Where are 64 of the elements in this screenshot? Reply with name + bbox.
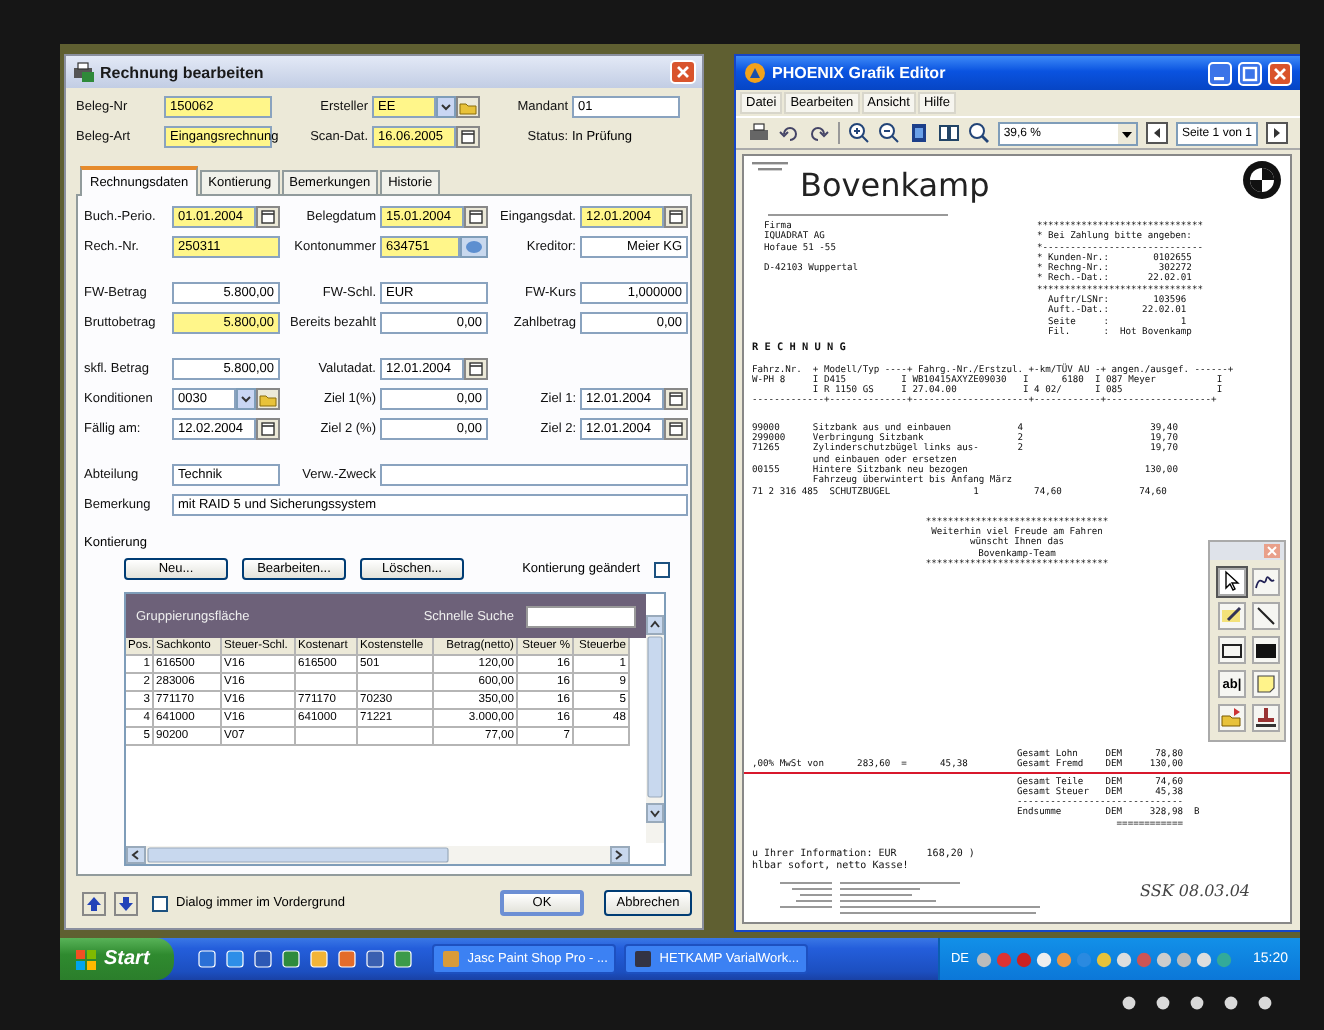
previous-page-icon[interactable] (1145, 122, 1168, 144)
minimize-button[interactable] (1208, 61, 1232, 85)
zoom-out-icon[interactable] (877, 122, 900, 144)
handwritten-note: SSK 08.03.04 (1140, 882, 1250, 900)
input-field[interactable] (380, 464, 688, 486)
line-tool-icon[interactable] (1252, 602, 1280, 630)
zoom-icon[interactable] (967, 122, 990, 144)
dropdown-button[interactable] (436, 96, 456, 118)
two-pages-icon[interactable] (937, 122, 960, 144)
calendar-button[interactable] (456, 126, 480, 148)
open-tool-icon[interactable] (1218, 704, 1246, 732)
window-title: Rechnung bearbeiten (100, 63, 266, 81)
marker-tool-icon[interactable] (1218, 602, 1246, 630)
fit-page-icon[interactable] (907, 122, 930, 144)
calendar-button[interactable] (256, 206, 280, 228)
round-logo-icon (1242, 160, 1282, 200)
up-arrow-button[interactable] (82, 891, 106, 915)
folder-button[interactable] (456, 96, 480, 118)
print-icon[interactable] (748, 122, 770, 144)
checkbox[interactable] (152, 895, 168, 911)
maximize-button[interactable] (1238, 61, 1262, 85)
pointer-tool-icon[interactable] (1218, 568, 1246, 596)
next-page-icon[interactable] (1266, 122, 1288, 144)
window-title: PHOENIX Grafik Editor (772, 64, 946, 82)
app-icon (441, 950, 460, 968)
calendar-button[interactable] (256, 418, 280, 440)
monitor-button[interactable] (1190, 996, 1204, 1010)
calendar-button[interactable] (664, 206, 688, 228)
table-cell (358, 728, 434, 746)
caret-icon (1117, 123, 1136, 143)
undo-icon[interactable] (778, 122, 800, 144)
stamp-tool-icon[interactable] (1252, 704, 1280, 732)
down-arrow-button[interactable] (114, 891, 138, 915)
folder-button[interactable] (256, 388, 280, 410)
table-cell (574, 728, 630, 746)
curve-tool-icon[interactable] (1252, 568, 1280, 596)
close-button[interactable] (670, 60, 696, 84)
monitor-button[interactable] (1156, 996, 1170, 1010)
horizontal-scrollbar[interactable] (126, 846, 630, 864)
search-field[interactable] (526, 605, 636, 627)
table-cell (296, 674, 358, 692)
calendar-button[interactable] (664, 388, 688, 410)
monitor-button[interactable] (1258, 996, 1272, 1010)
company-name: Bovenkamp (800, 166, 990, 204)
zoom-in-icon[interactable] (847, 122, 870, 144)
fine-print-drawing (752, 160, 788, 174)
table-cell (358, 674, 434, 692)
app-icon (744, 62, 766, 84)
windows-flag-icon (76, 949, 96, 969)
calendar-button[interactable] (664, 418, 688, 440)
rect-tool-icon[interactable] (1218, 636, 1246, 664)
calendar-button[interactable] (464, 206, 488, 228)
checkbox[interactable] (654, 561, 670, 577)
start-button[interactable]: Start (60, 938, 174, 980)
printer-icon (72, 62, 94, 82)
redo-icon[interactable] (808, 122, 830, 144)
monitor-button[interactable] (1224, 996, 1238, 1010)
filled-rect-tool-icon[interactable] (1252, 636, 1280, 664)
close-button[interactable] (1268, 61, 1292, 85)
app-icon (633, 950, 652, 968)
monitor-button[interactable] (1122, 996, 1136, 1010)
dropdown-button[interactable] (236, 388, 256, 410)
table-cell (296, 728, 358, 746)
calendar-button[interactable] (464, 358, 488, 380)
